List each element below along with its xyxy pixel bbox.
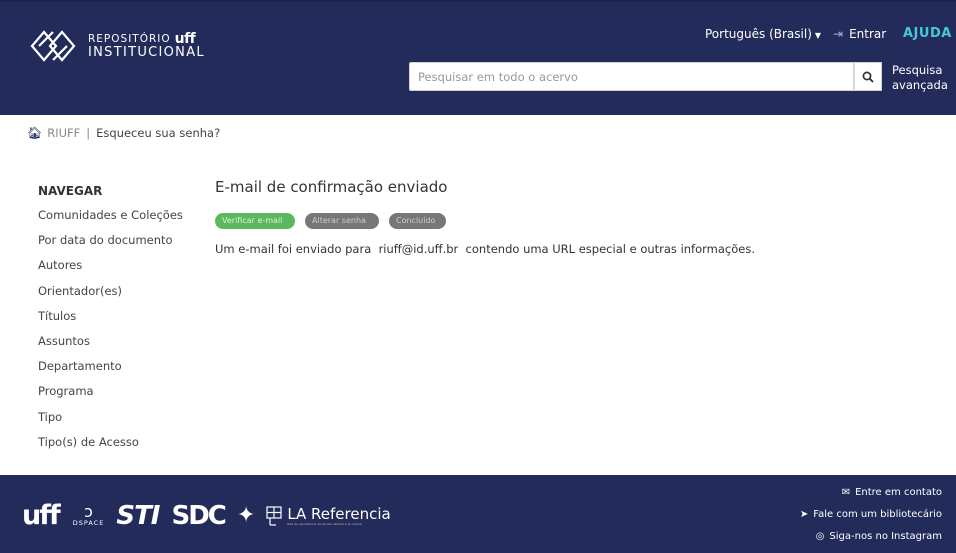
sidebar-item-by-date[interactable]: Por data do documento: [38, 232, 183, 257]
instagram-icon: ◎: [815, 531, 825, 542]
search-button[interactable]: [854, 62, 882, 91]
envelope-icon: ✉: [841, 487, 851, 498]
advanced-search-link[interactable]: Pesquisa avançada: [892, 63, 948, 93]
site-header: REPOSITÓRIO uff INSTITUCIONAL Português (…: [0, 0, 956, 115]
progress-steps: Verificar e-mail Alterar senha Concluído: [215, 213, 446, 229]
home-icon[interactable]: 🏠︎: [27, 126, 42, 140]
repository-logo[interactable]: REPOSITÓRIO uff INSTITUCIONAL: [30, 26, 205, 66]
sdc-logo[interactable]: SDC: [171, 501, 226, 531]
dspace-icon: ↄ: [84, 501, 93, 521]
sidebar-item-titles[interactable]: Títulos: [38, 308, 183, 333]
sidebar-item-authors[interactable]: Autores: [38, 257, 183, 282]
contact-label: Entre em contato: [855, 487, 942, 498]
logo-line2: INSTITUCIONAL: [88, 45, 205, 60]
star-emblem-icon: ✦: [236, 503, 256, 528]
confirmation-message: Um e-mail foi enviado para riuff@id.uff.…: [215, 242, 756, 256]
lareferencia-name: LA Referencia: [287, 504, 391, 523]
breadcrumb-root[interactable]: RIUFF: [47, 126, 80, 140]
librarian-label: Fale com um bibliotecário: [813, 509, 942, 520]
sidebar-item-department[interactable]: Departamento: [38, 358, 183, 383]
sidebar-title: NAVEGAR: [38, 184, 103, 198]
advanced-search-line1: Pesquisa: [892, 63, 943, 77]
sidebar-item-type[interactable]: Tipo: [38, 409, 183, 434]
step-completed: Concluído: [389, 213, 446, 229]
sidebar-item-communities[interactable]: Comunidades e Coleções: [38, 207, 183, 232]
search-icon: [862, 71, 874, 83]
language-selector[interactable]: Português (Brasil) ▼: [705, 27, 821, 41]
lareferencia-icon: [266, 505, 282, 526]
sign-in-icon: ⇥: [833, 27, 844, 41]
page-title: E-mail de confirmação enviado: [215, 178, 448, 196]
help-link[interactable]: AJUDA: [903, 26, 952, 41]
contact-link[interactable]: ✉ Entre em contato: [800, 485, 942, 507]
step-verify-email: Verificar e-mail: [215, 213, 295, 229]
language-label: Português (Brasil): [705, 27, 812, 41]
instagram-link[interactable]: ◎ Siga-nos no Instagram: [800, 529, 942, 551]
logo-brand: uff: [174, 31, 196, 47]
dspace-logo[interactable]: ↄ DSPACE: [72, 501, 105, 527]
uff-diamond-logo-icon: [30, 30, 76, 62]
logo-text: REPOSITÓRIO uff INSTITUCIONAL: [88, 32, 205, 60]
instagram-label: Siga-nos no Instagram: [829, 531, 942, 542]
footer-links: ✉ Entre em contato ➤ Fale com um bibliotec…: [800, 485, 942, 551]
logo-line1: REPOSITÓRIO: [88, 33, 171, 45]
footer-logos: uff ↄ DSPACE STI SDC ✦ LA Referencia Red…: [22, 500, 391, 531]
advanced-search-line2: avançada: [892, 78, 948, 92]
lareferencia-tagline: Red de repositorios de acceso abierto a …: [287, 521, 362, 526]
step-change-password: Alterar senha: [305, 213, 379, 229]
uff-logo[interactable]: uff: [22, 500, 61, 531]
send-icon: ➤: [799, 509, 809, 520]
caret-down-icon: ▼: [814, 31, 822, 40]
dspace-label: DSPACE: [72, 518, 105, 527]
browse-sidebar: NAVEGAR Comunidades e Coleções Por data …: [38, 184, 183, 459]
search-input[interactable]: [409, 62, 854, 91]
login-label: Entrar: [849, 27, 887, 41]
sidebar-item-subjects[interactable]: Assuntos: [38, 333, 183, 358]
breadcrumb-current: Esqueceu sua senha?: [96, 126, 221, 140]
login-link[interactable]: ⇥ Entrar: [833, 27, 886, 41]
lareferencia-logo[interactable]: LA Referencia Red de repositorios de acc…: [265, 504, 391, 527]
breadcrumb: 🏠︎ RIUFF | Esqueceu sua senha?: [27, 126, 220, 140]
sidebar-item-program[interactable]: Programa: [38, 383, 183, 408]
sidebar-item-access-type[interactable]: Tipo(s) de Acesso: [38, 434, 183, 459]
sidebar-item-advisors[interactable]: Orientador(es): [38, 283, 183, 308]
sti-logo[interactable]: STI: [116, 501, 160, 531]
breadcrumb-separator: |: [86, 126, 91, 140]
librarian-link[interactable]: ➤ Fale com um bibliotecário: [800, 507, 942, 529]
